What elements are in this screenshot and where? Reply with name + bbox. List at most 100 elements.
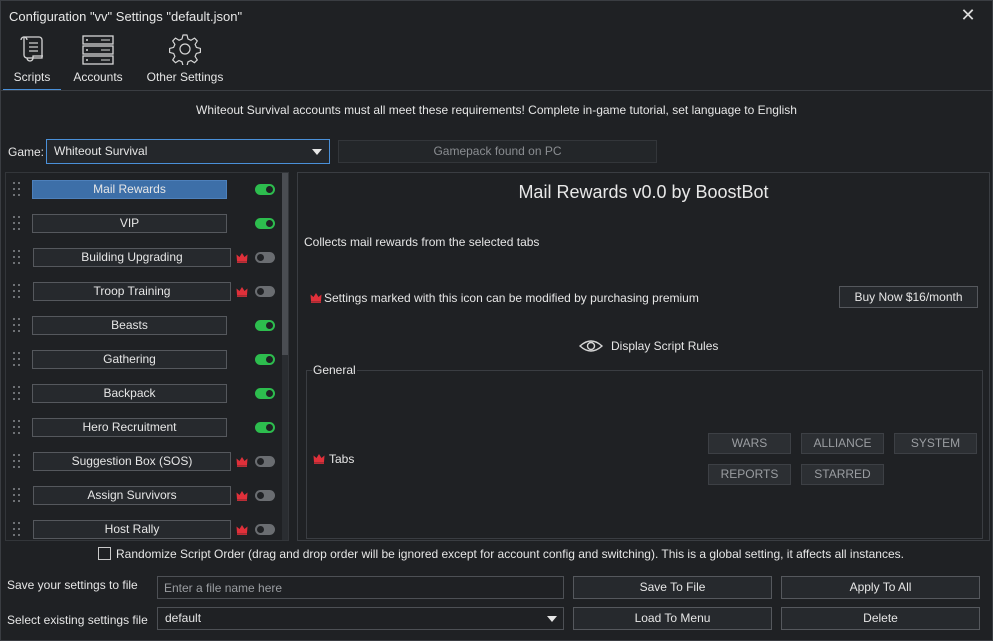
script-toggle[interactable] (255, 524, 275, 535)
drag-handle-icon[interactable] (13, 182, 21, 198)
script-toggle[interactable] (255, 252, 275, 263)
drag-handle-icon[interactable] (13, 386, 21, 402)
script-button[interactable]: Host Rally (33, 520, 231, 539)
toggle-knob (257, 288, 264, 295)
toggle-knob (266, 390, 273, 397)
settings-window: Configuration "vv" Settings "default.jso… (0, 0, 993, 641)
tab-option-wars[interactable]: WARS (708, 433, 791, 454)
script-button[interactable]: Troop Training (33, 282, 231, 301)
script-toggle[interactable] (255, 456, 275, 467)
drag-handle-icon[interactable] (13, 454, 21, 470)
scrollbar-thumb[interactable] (282, 173, 288, 355)
script-button[interactable]: VIP (32, 214, 227, 233)
script-row[interactable]: VIP (6, 207, 278, 241)
select-settings-label: Select existing settings file (7, 613, 148, 627)
script-button[interactable]: Gathering (32, 350, 227, 369)
script-row[interactable]: Assign Survivors (6, 479, 278, 513)
crown-icon (310, 293, 322, 303)
settings-file-select[interactable]: default (157, 607, 564, 630)
toolbar-divider (1, 90, 992, 91)
load-to-menu-button[interactable]: Load To Menu (573, 607, 772, 630)
drag-handle-icon[interactable] (13, 488, 21, 504)
drag-handle-icon[interactable] (13, 250, 21, 266)
script-toggle[interactable] (255, 286, 275, 297)
tab-option-starred[interactable]: STARRED (801, 464, 884, 485)
script-toggle[interactable] (255, 218, 275, 229)
randomize-label: Randomize Script Order (drag and drop or… (116, 547, 904, 561)
gamepack-status: Gamepack found on PC (338, 140, 657, 163)
script-row[interactable]: Suggestion Box (SOS) (6, 445, 278, 479)
script-toggle[interactable] (255, 320, 275, 331)
tab-option-reports[interactable]: REPORTS (708, 464, 791, 485)
crown-icon (313, 454, 325, 464)
tab-option-system[interactable]: SYSTEM (894, 433, 977, 454)
script-settings-panel: Mail Rewards v0.0 by BoostBot Collects m… (297, 172, 990, 541)
script-toggle[interactable] (255, 388, 275, 399)
drag-handle-icon[interactable] (13, 522, 21, 538)
script-row[interactable]: Troop Training (6, 275, 278, 309)
script-toggle[interactable] (255, 184, 275, 195)
script-row[interactable]: Beasts (6, 309, 278, 343)
toggle-knob (257, 526, 264, 533)
script-button[interactable]: Backpack (32, 384, 227, 403)
tab-accounts[interactable]: Accounts (71, 33, 125, 91)
premium-note: Settings marked with this icon can be mo… (310, 291, 699, 305)
drag-handle-icon[interactable] (13, 352, 21, 368)
crown-icon (236, 252, 248, 263)
chevron-down-icon (547, 616, 557, 622)
drag-handle-icon[interactable] (13, 284, 21, 300)
buy-premium-button[interactable]: Buy Now $16/month (839, 286, 978, 308)
toggle-knob (266, 322, 273, 329)
requirements-notice: Whiteout Survival accounts must all meet… (196, 103, 797, 117)
tab-other-settings[interactable]: Other Settings (145, 33, 225, 91)
drag-handle-icon[interactable] (13, 318, 21, 334)
script-row[interactable]: Mail Rewards (6, 173, 278, 207)
script-row[interactable]: Backpack (6, 377, 278, 411)
gear-icon (169, 34, 201, 65)
script-title: Mail Rewards v0.0 by BoostBot (518, 182, 769, 202)
game-label: Game: (8, 145, 45, 159)
drag-handle-icon[interactable] (13, 216, 21, 232)
filename-input[interactable] (157, 576, 564, 599)
close-icon[interactable]: ✕ (958, 5, 978, 25)
toggle-knob (266, 186, 273, 193)
toggle-knob (257, 458, 264, 465)
tab-scripts[interactable]: Scripts (3, 33, 61, 91)
script-list-scrollbar[interactable] (282, 173, 288, 540)
script-toggle[interactable] (255, 490, 275, 501)
toggle-knob (257, 254, 264, 261)
script-button[interactable]: Building Upgrading (33, 248, 231, 267)
eye-icon (579, 340, 603, 352)
tab-scripts-label: Scripts (13, 70, 51, 84)
crown-icon (236, 456, 248, 467)
server-icon (82, 35, 114, 65)
script-row[interactable]: Host Rally (6, 513, 278, 540)
script-button[interactable]: Hero Recruitment (32, 418, 227, 437)
script-button[interactable]: Beasts (32, 316, 227, 335)
script-toggle[interactable] (255, 354, 275, 365)
settings-file-value: default (165, 611, 202, 625)
crown-icon (236, 286, 248, 297)
chevron-down-icon (312, 149, 322, 155)
script-toggle[interactable] (255, 422, 275, 433)
apply-to-all-button[interactable]: Apply To All (781, 576, 980, 599)
drag-handle-icon[interactable] (13, 420, 21, 436)
premium-note-text: Settings marked with this icon can be mo… (324, 291, 699, 305)
game-select[interactable]: Whiteout Survival (46, 139, 330, 164)
script-row[interactable]: Hero Recruitment (6, 411, 278, 445)
display-script-rules-label: Display Script Rules (611, 339, 719, 353)
toggle-knob (266, 220, 273, 227)
save-to-file-button[interactable]: Save To File (573, 576, 772, 599)
script-row[interactable]: Gathering (6, 343, 278, 377)
script-row[interactable]: Building Upgrading (6, 241, 278, 275)
tabs-setting-label: Tabs (313, 452, 354, 466)
script-description: Collects mail rewards from the selected … (304, 235, 540, 249)
randomize-checkbox[interactable] (98, 547, 111, 560)
delete-button[interactable]: Delete (781, 607, 980, 630)
general-group-label: General (312, 363, 357, 377)
script-button[interactable]: Mail Rewards (32, 180, 227, 199)
script-button[interactable]: Assign Survivors (33, 486, 231, 505)
title-bar: Configuration "vv" Settings "default.jso… (1, 1, 992, 31)
tab-option-alliance[interactable]: ALLIANCE (801, 433, 884, 454)
script-button[interactable]: Suggestion Box (SOS) (33, 452, 231, 471)
